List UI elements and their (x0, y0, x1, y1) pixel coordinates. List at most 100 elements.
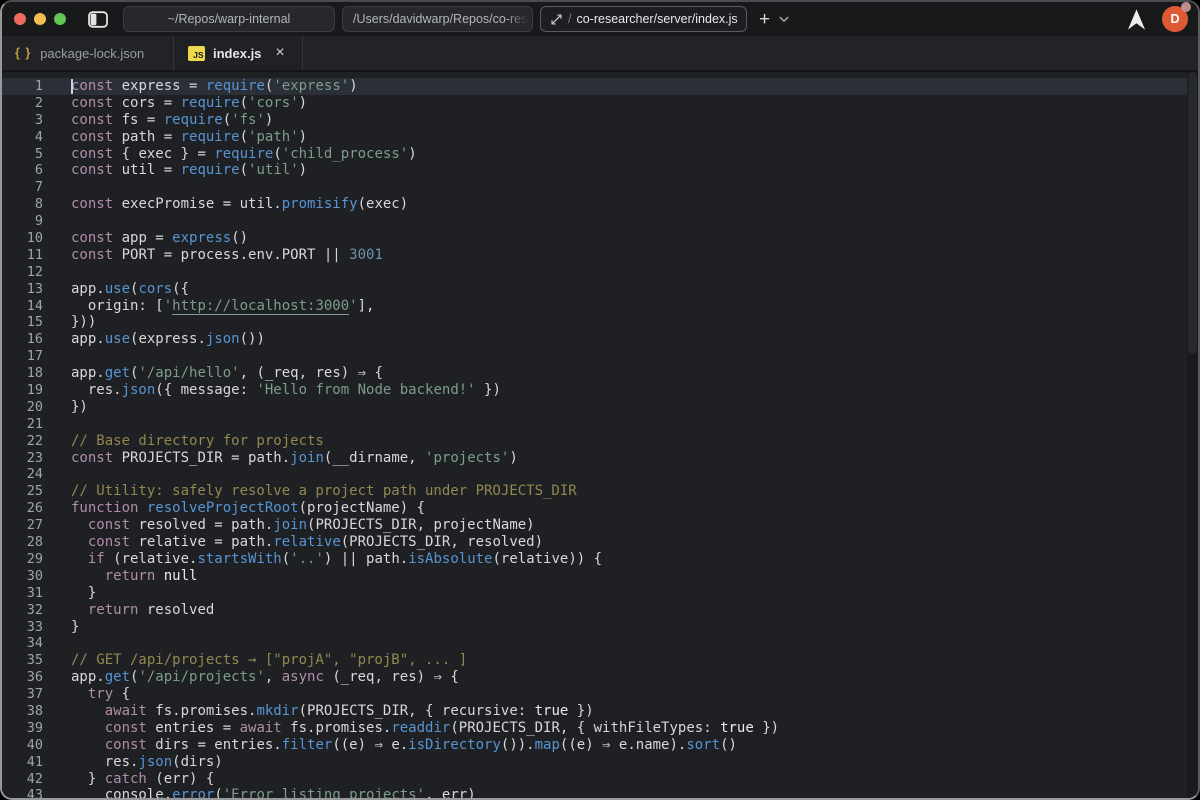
code-text: const path = require('path') (71, 129, 307, 146)
line-number: 28 (2, 534, 43, 551)
code-line[interactable]: 19 res.json({ message: 'Hello from Node … (2, 382, 1198, 399)
code-line[interactable]: 8const execPromise = util.promisify(exec… (2, 196, 1198, 213)
code-line[interactable]: 18app.get('/api/hello', (_req, res) ⇒ { (2, 365, 1198, 382)
code-line[interactable]: 26 function resolveProjectRoot(projectNam… (2, 500, 1198, 517)
expand-icon (550, 13, 563, 26)
sidebar-toggle-icon[interactable] (88, 11, 108, 28)
close-tab-icon[interactable]: × (275, 46, 284, 60)
code-line[interactable]: 38 await fs.promises.mkdir(PROJECTS_DIR,… (2, 703, 1198, 720)
code-line[interactable]: 15})) (2, 314, 1198, 331)
code-line[interactable]: 17 (2, 348, 1198, 365)
code-line[interactable]: 22// Base directory for projects (2, 433, 1198, 450)
code-text: // GET /api/projects → ["projA", "projB"… (71, 652, 467, 669)
line-number: 41 (2, 754, 43, 771)
code-text: } (71, 619, 79, 636)
line-number: 16 (2, 331, 43, 348)
code-line[interactable]: 9 (2, 213, 1198, 230)
code-line[interactable]: 7 (2, 179, 1198, 196)
line-number: 42 (2, 771, 43, 788)
minimize-window-button[interactable] (34, 13, 46, 25)
line-number: 19 (2, 382, 43, 399)
code-line[interactable]: 27 const resolved = path.join(PROJECTS_D… (2, 517, 1198, 534)
code-line[interactable]: 11 const PORT = process.env.PORT || 3001 (2, 247, 1198, 264)
code-line[interactable]: 25// Utility: safely resolve a project p… (2, 483, 1198, 500)
line-number: 20 (2, 399, 43, 416)
window-tab-index-js-active[interactable]: / co-researcher/server/index.js (540, 6, 747, 32)
code-line[interactable]: 10const app = express() (2, 230, 1198, 247)
code-editor[interactable]: 1const express = require('express')2cons… (2, 72, 1198, 800)
code-line[interactable]: 35 // GET /api/projects → ["projA", "proj… (2, 652, 1198, 669)
traffic-lights (14, 13, 66, 25)
code-text: const fs = require('fs') (71, 112, 273, 129)
window-tab-co-researcher-dir[interactable]: /Users/davidwarp/Repos/co-rese (342, 6, 533, 32)
zoom-window-button[interactable] (54, 13, 66, 25)
scrollbar-track[interactable] (1187, 72, 1198, 800)
line-number: 33 (2, 619, 43, 636)
window-tab-warp-internal[interactable]: ~/Repos/warp-internal (123, 6, 335, 32)
code-text: const cors = require('cors') (71, 95, 307, 112)
line-number: 10 (2, 230, 43, 247)
editor-tab-package-lock-json[interactable]: { } package-lock.json (2, 36, 174, 70)
code-line[interactable]: 1const express = require('express') (2, 78, 1198, 95)
scrollbar-thumb[interactable] (1188, 72, 1197, 354)
code-line[interactable]: 37 try { (2, 686, 1198, 703)
code-line[interactable]: 31 } (2, 585, 1198, 602)
title-bar: ~/Repos/warp-internal /Users/davidwarp/R… (2, 2, 1198, 36)
code-line[interactable]: 29 if (relative.startsWith('..') || path… (2, 551, 1198, 568)
code-text: return null (71, 568, 197, 585)
line-number: 14 (2, 298, 43, 315)
code-line[interactable]: 32 return resolved (2, 602, 1198, 619)
window-tabs: ~/Repos/warp-internal /Users/davidwarp/R… (123, 6, 747, 32)
user-avatar[interactable]: D (1162, 6, 1188, 32)
code-text: } catch (err) { (71, 771, 214, 788)
line-number: 3 (2, 112, 43, 129)
window-tab-path-prefix: / (568, 12, 571, 26)
code-text: const PROJECTS_DIR = path.join(__dirname… (71, 450, 518, 467)
code-line[interactable]: 40 const dirs = entries.filter((e) ⇒ e.i… (2, 737, 1198, 754)
line-number: 9 (2, 213, 43, 230)
line-number: 39 (2, 720, 43, 737)
code-line[interactable]: 34 (2, 635, 1198, 652)
code-line[interactable]: 5const { exec } = require('child_process… (2, 146, 1198, 163)
line-number: 26 (2, 500, 43, 517)
code-line[interactable]: 42 } catch (err) { (2, 771, 1198, 788)
code-line[interactable]: 36app.get('/api/projects', async (_req, … (2, 669, 1198, 686)
code-line[interactable]: 2const cors = require('cors') (2, 95, 1198, 112)
window-tab-label: co-researcher/server/index.js (576, 12, 737, 26)
code-line[interactable]: 12 (2, 264, 1198, 281)
code-line[interactable]: 14 origin: ['http://localhost:3000'], (2, 298, 1198, 315)
code-line[interactable]: 20}) (2, 399, 1198, 416)
warp-logo-icon[interactable] (1126, 8, 1147, 31)
line-number: 36 (2, 669, 43, 686)
code-text: const PORT = process.env.PORT || 3001 (71, 247, 383, 264)
code-text: app.use(cors({ (71, 281, 189, 298)
chevron-down-icon[interactable] (779, 16, 789, 23)
code-line[interactable]: 39 const entries = await fs.promises.rea… (2, 720, 1198, 737)
code-line[interactable]: 24 (2, 466, 1198, 483)
text-cursor (71, 79, 73, 94)
code-line[interactable]: 28 const relative = path.relative(PROJEC… (2, 534, 1198, 551)
new-tab-button[interactable]: + (759, 10, 770, 29)
code-line[interactable]: 16app.use(express.json()) (2, 331, 1198, 348)
code-text: const entries = await fs.promises.readdi… (71, 720, 779, 737)
code-line[interactable]: 30 return null (2, 568, 1198, 585)
code-line[interactable]: 33} (2, 619, 1198, 636)
code-line[interactable]: 23const PROJECTS_DIR = path.join(__dirna… (2, 450, 1198, 467)
code-line[interactable]: 3 const fs = require('fs') (2, 112, 1198, 129)
code-text: function resolveProjectRoot(projectName)… (71, 500, 425, 517)
code-line[interactable]: 43 console.error('Error listing projects… (2, 787, 1198, 800)
code-line[interactable]: 41 res.json(dirs) (2, 754, 1198, 771)
line-number: 35 (2, 652, 43, 669)
line-number: 11 (2, 247, 43, 264)
close-window-button[interactable] (14, 13, 26, 25)
line-number: 30 (2, 568, 43, 585)
editor-tab-index-js[interactable]: JS index.js × (174, 36, 303, 70)
code-line[interactable]: 4const path = require('path') (2, 129, 1198, 146)
js-file-icon: JS (188, 46, 205, 61)
code-line[interactable]: 6const util = require('util') (2, 162, 1198, 179)
code-line[interactable]: 21 (2, 416, 1198, 433)
code-text: await fs.promises.mkdir(PROJECTS_DIR, { … (71, 703, 594, 720)
code-line[interactable]: 13app.use(cors({ (2, 281, 1198, 298)
avatar-initial: D (1170, 12, 1179, 26)
code-text: })) (71, 314, 96, 331)
